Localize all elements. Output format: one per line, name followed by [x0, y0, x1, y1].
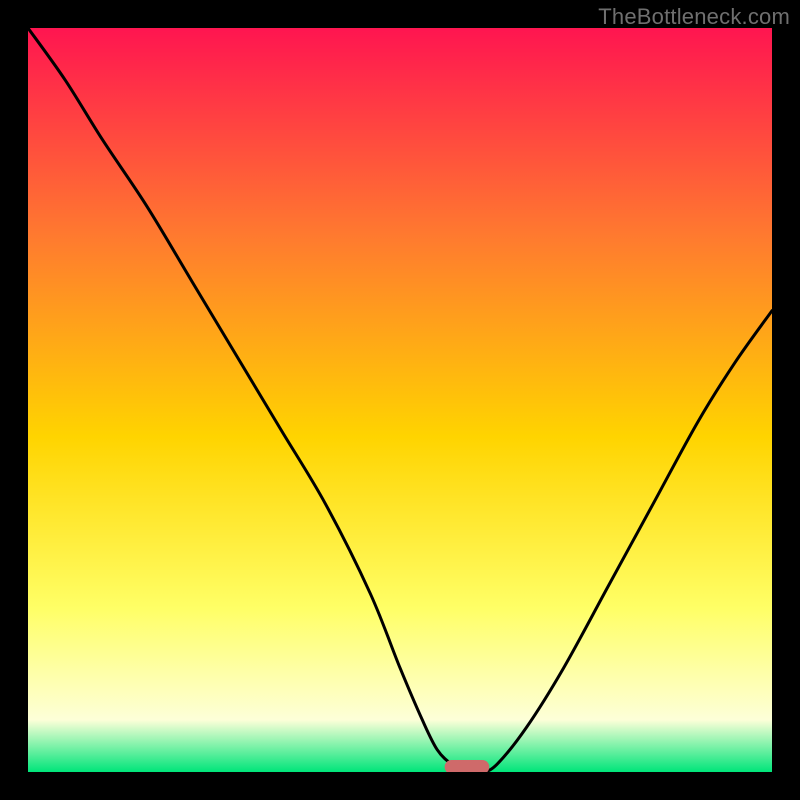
optimal-marker: [445, 760, 490, 772]
watermark-text: TheBottleneck.com: [598, 4, 790, 30]
gradient-background: [28, 28, 772, 772]
plot-area: [28, 28, 772, 772]
chart-svg: [28, 28, 772, 772]
chart-frame: TheBottleneck.com: [0, 0, 800, 800]
